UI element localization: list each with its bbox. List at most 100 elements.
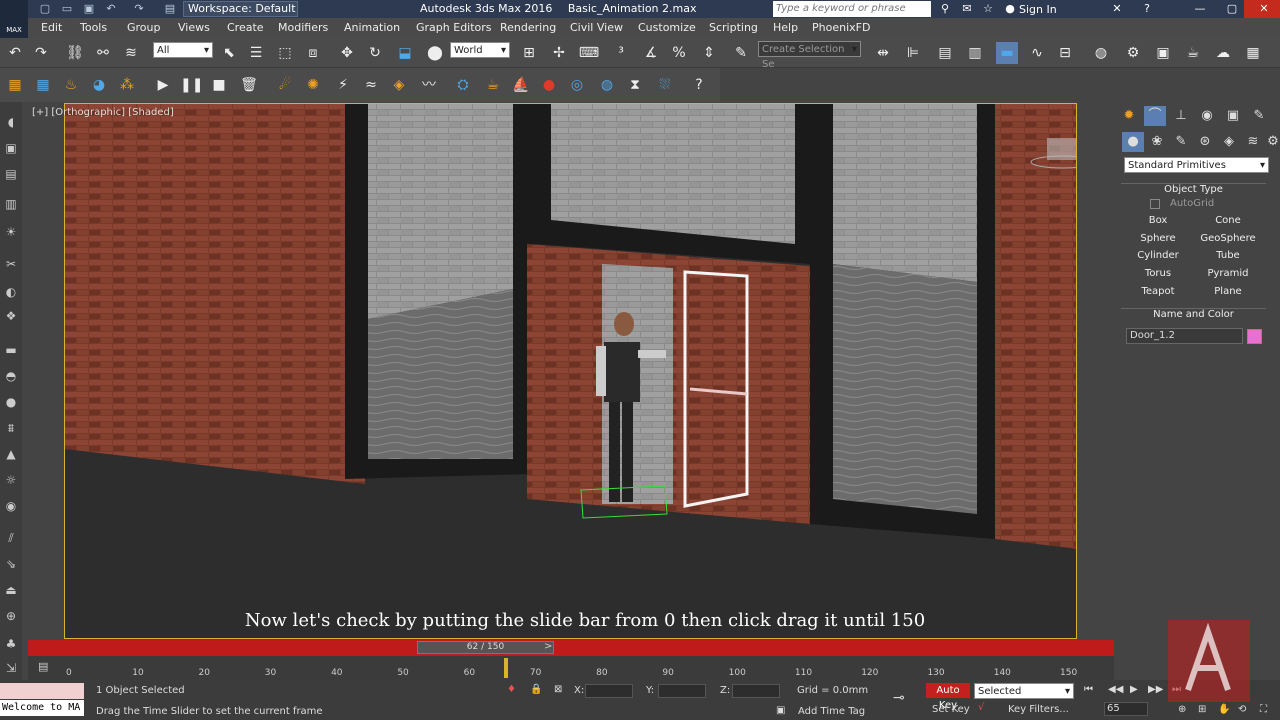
preset-cup-icon[interactable]: ☕ bbox=[482, 74, 504, 96]
next-frame-icon[interactable]: > bbox=[544, 641, 552, 652]
named-selection-dropdown[interactable]: Create Selection Se bbox=[758, 41, 861, 70]
category-dropdown[interactable]: Standard Primitives bbox=[1124, 157, 1269, 173]
rendered-frame-icon[interactable]: ▣ bbox=[1152, 42, 1174, 64]
auto-key-button[interactable]: Auto Key bbox=[926, 683, 970, 711]
open-mini-curve-editor-icon[interactable]: ▤ bbox=[38, 660, 48, 673]
menu-phoenixfd[interactable]: PhoenixFD bbox=[812, 21, 870, 34]
light-icon[interactable]: ☀ bbox=[3, 224, 19, 240]
angle-snap-icon[interactable]: ∡ bbox=[640, 42, 662, 64]
plane-button[interactable]: Plane bbox=[1195, 284, 1261, 299]
set-key-button[interactable]: Set Key bbox=[932, 704, 970, 715]
undo-icon[interactable]: ↶ bbox=[104, 2, 118, 16]
next-frame-icon[interactable]: ▶▶ bbox=[1148, 684, 1163, 695]
menu-edit[interactable]: Edit bbox=[41, 21, 62, 34]
menu-civil-view[interactable]: Civil View bbox=[570, 21, 623, 34]
redo-icon[interactable]: ↷ bbox=[132, 2, 146, 16]
pause-icon[interactable]: ❚❚ bbox=[180, 74, 203, 96]
helpers-icon[interactable]: ◈ bbox=[1218, 132, 1240, 152]
menu-graph-editors[interactable]: Graph Editors bbox=[416, 21, 492, 34]
snaps-toggle-icon[interactable]: ³ bbox=[610, 42, 632, 64]
helper-icon[interactable]: ✂ bbox=[3, 256, 19, 272]
particle-source-icon[interactable]: ◈ bbox=[388, 74, 410, 96]
communication-icon[interactable]: ✉ bbox=[960, 2, 974, 16]
save-icon[interactable]: ▣ bbox=[82, 2, 96, 16]
project-folder-icon[interactable]: ▤ bbox=[163, 2, 177, 16]
select-manipulate-icon[interactable]: ✢ bbox=[548, 42, 570, 64]
particle-icon[interactable]: ⁂ bbox=[116, 74, 138, 96]
spacewarps-icon[interactable]: ≋ bbox=[1242, 132, 1264, 152]
water-preset-icon[interactable]: ◕ bbox=[88, 74, 110, 96]
plant-icon[interactable]: ♣ bbox=[3, 636, 19, 652]
previous-frame-icon[interactable]: ◀◀ bbox=[1108, 684, 1123, 695]
tube-button[interactable]: Tube bbox=[1195, 248, 1261, 263]
teapot-button[interactable]: Teapot bbox=[1125, 284, 1191, 299]
selection-icon[interactable]: ▣ bbox=[3, 140, 19, 156]
z-coordinate-field[interactable] bbox=[732, 684, 780, 698]
maxscript-listener[interactable]: Welcome to MA bbox=[0, 700, 84, 716]
hemisphere-icon[interactable]: ◓ bbox=[3, 368, 19, 384]
render-cloud-icon[interactable]: ▦ bbox=[1242, 42, 1264, 64]
sphere-source-icon[interactable]: ● bbox=[538, 74, 560, 96]
maxscript-mini-listener[interactable] bbox=[0, 683, 84, 699]
systems-icon[interactable]: ⚙ bbox=[1262, 132, 1280, 152]
link-icon[interactable]: ⛓ bbox=[64, 42, 86, 64]
rotate-icon[interactable]: ↻ bbox=[364, 42, 386, 64]
open-file-icon[interactable]: ▭ bbox=[60, 2, 74, 16]
lights-icon[interactable]: ✎ bbox=[1170, 132, 1192, 152]
object-color-swatch[interactable] bbox=[1247, 329, 1262, 344]
key-filters-button[interactable]: Key Filters... bbox=[1008, 704, 1069, 715]
search-input[interactable]: Type a keyword or phrase bbox=[773, 1, 931, 17]
menu-help[interactable]: Help bbox=[773, 21, 798, 34]
modify-tab-icon[interactable]: ⌒ bbox=[1144, 106, 1166, 126]
time-tag-icon[interactable]: ▣ bbox=[776, 705, 785, 716]
paint-icon[interactable]: ❖ bbox=[3, 308, 19, 324]
add-time-tag-button[interactable]: Add Time Tag bbox=[798, 706, 865, 717]
select-by-name-icon[interactable]: ☰ bbox=[245, 42, 267, 64]
scene-explorer-icon[interactable]: ▥ bbox=[964, 42, 986, 64]
maximize-viewport-icon[interactable]: ⛶ bbox=[1260, 704, 1267, 715]
vortex-icon[interactable]: ⧗ bbox=[624, 74, 646, 96]
name-and-color-rollout[interactable]: Name and Color bbox=[1121, 308, 1266, 322]
sun-icon[interactable]: ☼ bbox=[3, 472, 19, 488]
binoculars-icon[interactable]: ⚲ bbox=[938, 2, 952, 16]
voxel-icon[interactable]: ◎ bbox=[566, 74, 588, 96]
box-icon[interactable]: ▬ bbox=[3, 342, 19, 358]
pheonix-source-icon[interactable]: ✺ bbox=[302, 74, 324, 96]
liquid-sim-icon[interactable]: ▦ bbox=[32, 74, 54, 96]
menu-modifiers[interactable]: Modifiers bbox=[278, 21, 328, 34]
time-slider[interactable]: 62 / 150 bbox=[417, 641, 554, 654]
spinner-snap-icon[interactable]: ⇕ bbox=[698, 42, 720, 64]
schematic-view-icon[interactable]: ⊟ bbox=[1054, 42, 1076, 64]
current-frame-field[interactable]: 65 bbox=[1104, 702, 1148, 716]
cone-icon[interactable]: ▲ bbox=[3, 446, 19, 462]
motion-tab-icon[interactable]: ◉ bbox=[1196, 106, 1218, 126]
bind-space-warp-icon[interactable]: ≋ bbox=[120, 42, 142, 64]
display-tab-icon[interactable]: ▣ bbox=[1222, 106, 1244, 126]
menu-group[interactable]: Group bbox=[127, 21, 161, 34]
redo-icon[interactable]: ↷ bbox=[30, 42, 52, 64]
cameras-icon[interactable]: ⊛ bbox=[1194, 132, 1216, 152]
menu-create[interactable]: Create bbox=[227, 21, 264, 34]
y-coordinate-field[interactable] bbox=[658, 684, 706, 698]
go-to-start-icon[interactable]: ⏮ bbox=[1084, 684, 1093, 695]
sphere-icon[interactable]: ● bbox=[3, 394, 19, 410]
window-crossing-icon[interactable]: ⧈ bbox=[302, 42, 324, 64]
unlink-icon[interactable]: ⚯ bbox=[92, 42, 114, 64]
ship-icon[interactable]: ⛵ bbox=[510, 74, 532, 96]
undo-icon[interactable]: ↶ bbox=[4, 42, 26, 64]
mesh-icon[interactable]: ◍ bbox=[596, 74, 618, 96]
time-slider-track[interactable] bbox=[28, 640, 1114, 656]
pyramid-button[interactable]: Pyramid bbox=[1195, 266, 1261, 281]
x-coordinate-field[interactable] bbox=[585, 684, 633, 698]
viewport-label[interactable]: [+] [Orthographic] [Shaded] bbox=[32, 107, 174, 118]
scale-icon[interactable]: ⬓ bbox=[394, 42, 416, 64]
isolate-icon[interactable]: ♦ bbox=[507, 684, 516, 695]
orbit-icon[interactable]: ⟲ bbox=[1238, 704, 1246, 715]
align-icon[interactable]: ⊫ bbox=[902, 42, 924, 64]
menu-rendering[interactable]: Rendering bbox=[500, 21, 556, 34]
pivot-center-icon[interactable]: ⊞ bbox=[518, 42, 540, 64]
object-paint-icon[interactable]: ▤ bbox=[3, 166, 19, 182]
hierarchy-tab-icon[interactable]: ⊥ bbox=[1170, 106, 1192, 126]
fire-smoke-sim-icon[interactable]: ▦ bbox=[4, 74, 26, 96]
window-icon[interactable]: ⏏ bbox=[3, 582, 19, 598]
